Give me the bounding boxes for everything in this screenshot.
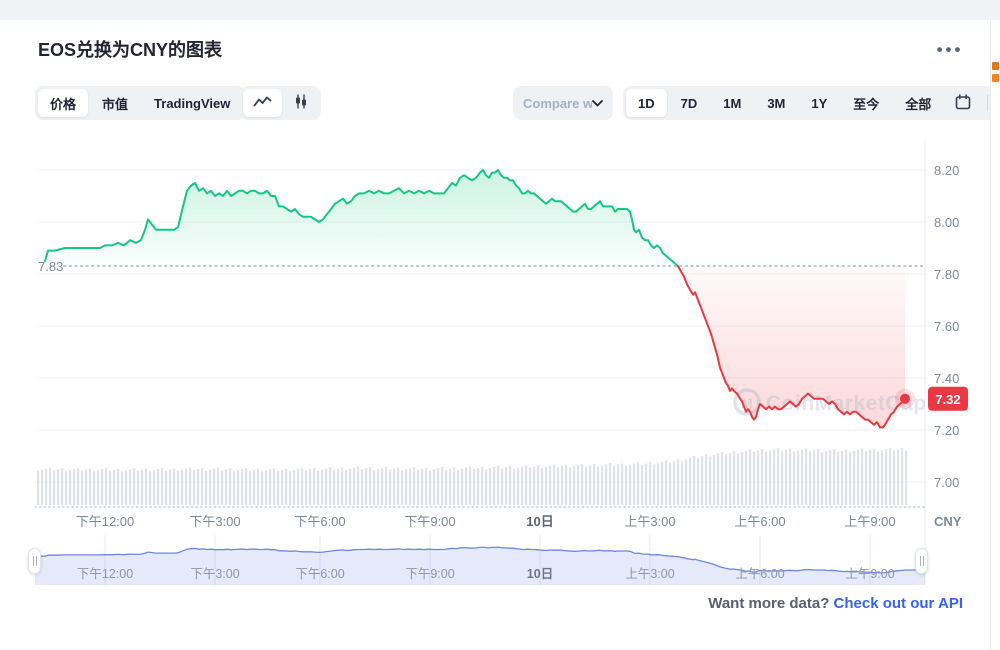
cutoff-wallet-icon	[992, 62, 999, 70]
svg-text:下午6:00: 下午6:00	[295, 567, 344, 581]
svg-text:上午3:00: 上午3:00	[625, 567, 674, 581]
svg-text:下午3:00: 下午3:00	[190, 567, 239, 581]
svg-text:上午9:00: 上午9:00	[845, 567, 894, 581]
api-link[interactable]: Check out our API	[834, 595, 963, 612]
svg-text:下午12:00: 下午12:00	[77, 567, 133, 581]
navigator[interactable]: 下午12:00 下午3:00 下午6:00 下午9:00 10日 上午3:00 上午6:00…	[35, 535, 925, 585]
handle-grip-icon	[33, 556, 37, 566]
svg-text:10日: 10日	[527, 567, 553, 581]
svg-text:8.20: 8.20	[934, 163, 959, 178]
svg-text:上午3:00: 上午3:00	[624, 514, 675, 529]
svg-text:8.00: 8.00	[934, 215, 959, 230]
navigator-left-handle[interactable]	[28, 548, 41, 574]
api-promo-text: Want more data?	[708, 595, 829, 612]
svg-text:7.60: 7.60	[934, 319, 959, 334]
svg-text:7.32: 7.32	[935, 392, 960, 407]
svg-text:下午6:00: 下午6:00	[294, 514, 345, 529]
chart-page: EOS兑换为CNY的图表 ••• 价格 市值 TradingView C	[0, 0, 1000, 650]
svg-text:7.20: 7.20	[934, 423, 959, 438]
last-price-badge: 7.32	[895, 387, 968, 411]
svg-text:上午6:00: 上午6:00	[735, 567, 784, 581]
svg-text:CNY: CNY	[934, 514, 962, 529]
price-chart[interactable]: MCoinMarketCap 7.83 8.208.007.807.607.40…	[0, 0, 1000, 650]
handle-grip-icon	[920, 556, 924, 566]
area-fills	[45, 170, 905, 427]
api-promo: Want more data? Check out our API	[708, 595, 963, 612]
cutoff-wallet-icon	[992, 74, 999, 82]
svg-text:7.00: 7.00	[934, 475, 959, 490]
svg-text:上午6:00: 上午6:00	[734, 514, 785, 529]
svg-text:7.40: 7.40	[934, 371, 959, 386]
svg-text:下午3:00: 下午3:00	[189, 514, 240, 529]
navigator-right-handle[interactable]	[915, 548, 928, 574]
svg-text:下午9:00: 下午9:00	[405, 567, 454, 581]
svg-text:7.83: 7.83	[38, 259, 63, 274]
volume-bars	[37, 448, 907, 505]
svg-text:下午12:00: 下午12:00	[76, 514, 135, 529]
svg-text:10日: 10日	[526, 514, 553, 529]
adjacent-panel-sliver	[990, 20, 1000, 650]
svg-text:上午9:00: 上午9:00	[844, 514, 895, 529]
svg-text:下午9:00: 下午9:00	[404, 514, 455, 529]
svg-text:7.80: 7.80	[934, 267, 959, 282]
